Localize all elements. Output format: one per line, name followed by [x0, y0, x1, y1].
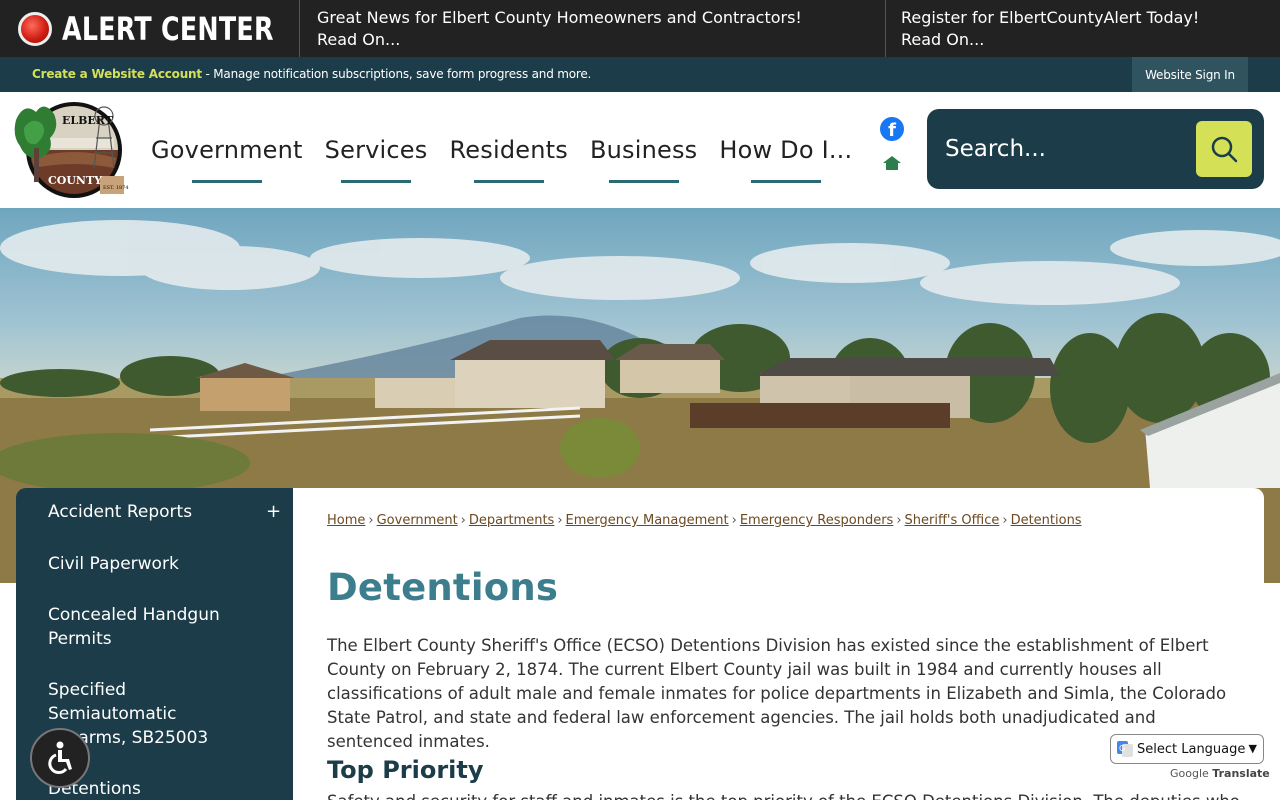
- alert-read-on[interactable]: Read On...: [901, 29, 1280, 51]
- section-paragraph: Safety and security for staff and inmate…: [327, 790, 1240, 800]
- nav-services[interactable]: Services: [314, 92, 439, 208]
- translate-link[interactable]: Translate: [1212, 767, 1269, 780]
- breadcrumb-government[interactable]: Government: [377, 513, 458, 528]
- nav-label: How Do I...: [719, 136, 853, 164]
- intro-paragraph: The Elbert County Sheriff's Office (ECSO…: [327, 636, 1227, 751]
- nav-government[interactable]: Government: [140, 92, 314, 208]
- search-icon: [1211, 136, 1238, 163]
- nav-label: Residents: [449, 136, 568, 164]
- home-icon[interactable]: [882, 155, 902, 171]
- account-bar: Create a Website Account - Manage notifi…: [0, 57, 1280, 92]
- breadcrumb-departments[interactable]: Departments: [469, 513, 554, 528]
- breadcrumb-separator: ›: [368, 513, 374, 528]
- search-button[interactable]: [1196, 121, 1252, 177]
- alert-item[interactable]: Great News for Elbert County Homeowners …: [317, 0, 883, 57]
- chevron-down-icon: ▼: [1248, 742, 1257, 755]
- site-header: ELBERT COUNTY EST. 1874 Government Servi…: [0, 92, 1280, 208]
- search-input[interactable]: [945, 127, 1185, 171]
- alert-headline: Great News for Elbert County Homeowners …: [317, 8, 802, 27]
- main-nav: Government Services Residents Business H…: [140, 92, 863, 208]
- nav-label: Business: [589, 136, 698, 164]
- website-sign-in-button[interactable]: Website Sign In: [1132, 57, 1248, 92]
- google-translate-icon: G: [1117, 741, 1133, 757]
- svg-text:G: G: [1119, 744, 1125, 753]
- facebook-icon[interactable]: f: [880, 117, 904, 141]
- alert-read-on[interactable]: Read On...: [317, 29, 883, 51]
- nav-label: Services: [324, 136, 428, 164]
- alert-headline: Register for ElbertCountyAlert Today!: [901, 8, 1200, 27]
- page-title: Detentions: [327, 566, 559, 609]
- breadcrumb-separator: ›: [896, 513, 902, 528]
- account-message: Create a Website Account - Manage notifi…: [32, 67, 591, 81]
- account-message-text: - Manage notification subscriptions, sav…: [201, 67, 592, 81]
- nav-label: Government: [151, 136, 303, 164]
- logo-est-text: EST. 1874: [103, 185, 129, 191]
- alert-center-link[interactable]: ALERT CENTER: [0, 0, 300, 57]
- search-box: [927, 109, 1264, 189]
- expand-icon[interactable]: +: [266, 501, 281, 522]
- alert-bar: ALERT CENTER Great News for Elbert Count…: [0, 0, 1280, 57]
- logo-bottom-text: COUNTY: [48, 174, 102, 187]
- breadcrumb-home[interactable]: Home: [327, 513, 365, 528]
- breadcrumb-emergency-management[interactable]: Emergency Management: [566, 513, 729, 528]
- sidebar-item-accident-reports[interactable]: Accident Reports: [48, 500, 248, 524]
- alert-icon: [18, 11, 52, 46]
- alert-item[interactable]: Register for ElbertCountyAlert Today! Re…: [885, 0, 1280, 57]
- section-heading: Top Priority: [327, 756, 484, 784]
- nav-underline: [750, 180, 821, 183]
- logo-top-text: ELBERT: [62, 114, 114, 127]
- create-account-link[interactable]: Create a Website Account: [32, 67, 202, 81]
- breadcrumb-separator: ›: [1002, 513, 1008, 528]
- nav-how-do-i[interactable]: How Do I...: [708, 92, 863, 208]
- breadcrumb-separator: ›: [460, 513, 466, 528]
- nav-business[interactable]: Business: [579, 92, 708, 208]
- county-logo[interactable]: ELBERT COUNTY EST. 1874: [14, 98, 130, 202]
- google-word: Google: [1170, 767, 1209, 780]
- social-links: f: [880, 117, 906, 175]
- nav-underline: [191, 180, 262, 183]
- accessibility-button[interactable]: [30, 728, 90, 788]
- sidebar-item-civil-paperwork[interactable]: Civil Paperwork: [48, 552, 248, 576]
- nav-underline: [473, 180, 544, 183]
- breadcrumb-separator: ›: [557, 513, 563, 528]
- nav-residents[interactable]: Residents: [438, 92, 578, 208]
- breadcrumb: Home › Government › Departments › Emergency Ma…: [327, 513, 1082, 528]
- sidebar-item-concealed-handgun-permits[interactable]: Concealed Handgun Permits: [48, 603, 248, 651]
- alert-center-title: ALERT CENTER: [62, 9, 274, 48]
- nav-underline: [341, 180, 412, 183]
- language-select[interactable]: G Select Language ▼: [1110, 734, 1264, 764]
- breadcrumb-separator: ›: [731, 513, 737, 528]
- google-translate-credit: Google Translate: [1170, 767, 1270, 780]
- accessibility-icon: [48, 741, 72, 774]
- breadcrumb-emergency-responders[interactable]: Emergency Responders: [740, 513, 894, 528]
- breadcrumb-detentions[interactable]: Detentions: [1011, 513, 1082, 528]
- nav-underline: [608, 180, 679, 183]
- breadcrumb-sheriffs-office[interactable]: Sheriff's Office: [905, 513, 1000, 528]
- language-select-label: Select Language: [1137, 741, 1246, 757]
